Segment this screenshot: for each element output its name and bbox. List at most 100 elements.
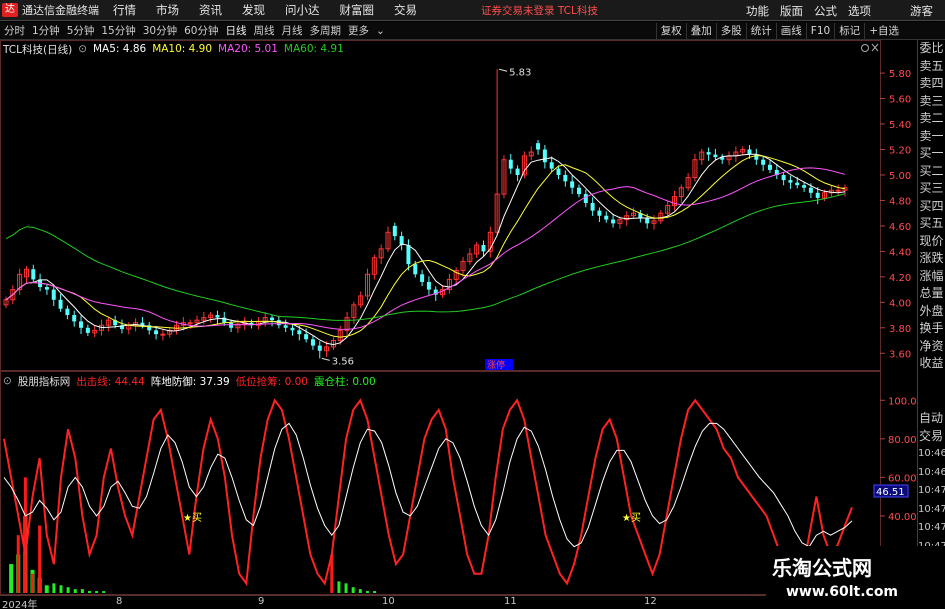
period-5min[interactable]: 5分钟 <box>67 23 95 38</box>
guest-login[interactable]: 游客 <box>910 3 933 19</box>
zhendi-line-value: 阵地防御: 37.39 <box>150 375 230 388</box>
side-item-15[interactable]: 外盘 <box>918 303 945 321</box>
period-toolbar: 分时 1分钟 5分钟 15分钟 30分钟 60分钟 日线 周线 月线 多周期 更… <box>0 22 945 61</box>
indicator-name[interactable]: 股朋指标网 <box>18 374 71 389</box>
period-more[interactable]: 更多 <box>348 23 369 38</box>
green-tail-0 <box>52 583 56 593</box>
menu-zixun[interactable]: 资讯 <box>199 2 222 18</box>
duogu-button[interactable]: 多股 <box>715 23 746 39</box>
candlestick-chart[interactable]: 3.60 3.80 4.00 4.20 4.40 4.60 4.80 5.00 5.20 5.40… <box>0 40 917 371</box>
green-tail2-2 <box>351 587 355 593</box>
menu-caifuquan[interactable]: 财富圈 <box>340 2 375 18</box>
candle-body-84 <box>576 187 581 195</box>
side-auto[interactable]: 自动 <box>917 410 945 428</box>
buy-marker-0: ★买 <box>183 512 202 524</box>
side-item-1[interactable]: 卖五 <box>918 58 945 76</box>
period-60min[interactable]: 60分钟 <box>184 23 218 38</box>
ind-frame <box>0 371 881 595</box>
menu-jiaoyi[interactable]: 交易 <box>394 2 417 18</box>
side-item-2[interactable]: 卖四 <box>918 75 945 93</box>
candle-body-122 <box>835 189 841 192</box>
candle-body-119 <box>815 192 820 198</box>
side-item-8[interactable]: 买三 <box>918 180 945 198</box>
side-item-10[interactable]: 买五 <box>918 215 945 233</box>
main-ylabel-9: 5.40 <box>889 120 911 131</box>
main-ylabel-8: 5.20 <box>889 146 911 157</box>
menu-shichang[interactable]: 市场 <box>156 2 179 18</box>
side-item-3[interactable]: 卖三 <box>918 93 945 111</box>
candle-body-62 <box>426 281 431 290</box>
period-weekly[interactable]: 周线 <box>254 23 275 38</box>
settings-icon <box>861 44 869 52</box>
main-ylabel-3: 4.20 <box>889 273 911 284</box>
diwei-value: 低位抢筹: 0.00 <box>235 375 308 388</box>
candle-body-9 <box>65 308 70 316</box>
side-item-16[interactable]: 换手 <box>918 320 945 338</box>
side-item-17[interactable]: 净资 <box>918 338 945 356</box>
watermark: 乐淘公式网 www.60lt.com <box>766 546 945 609</box>
period-fenshi[interactable]: 分时 <box>4 23 25 38</box>
period-1min[interactable]: 1分钟 <box>32 23 60 38</box>
side-item-18[interactable]: 收益 <box>918 355 945 373</box>
candle-body-104 <box>713 154 718 158</box>
period-monthly[interactable]: 月线 <box>282 23 303 38</box>
candle-body-85 <box>583 194 588 203</box>
menu-faxian[interactable]: 发现 <box>242 2 265 18</box>
candle-body-89 <box>611 219 616 224</box>
side-item-0[interactable]: 委比 <box>918 40 945 58</box>
fuquan-button[interactable]: 复权 <box>655 23 686 39</box>
ma10-line <box>5 154 846 338</box>
period-multi[interactable]: 多周期 <box>310 23 342 38</box>
f10-button[interactable]: F10 <box>805 23 834 39</box>
low-mark-text: 3.56 <box>332 356 354 367</box>
menu-wenxiaoda[interactable]: 问小达 <box>285 2 320 18</box>
side-item-11[interactable]: 现价 <box>918 233 945 251</box>
candle-body-111 <box>761 159 766 165</box>
period-30min[interactable]: 30分钟 <box>143 23 177 38</box>
candle-body-4 <box>31 269 36 280</box>
menu-hangqing[interactable]: 行情 <box>113 2 136 18</box>
green-tail-7 <box>102 591 106 593</box>
expand-icon[interactable]: ⊙ <box>3 375 12 387</box>
main-ylabel-0: 3.60 <box>889 349 911 360</box>
app-logo-icon: 达 <box>2 3 18 17</box>
candle-body-12 <box>85 327 90 333</box>
menu-gongneng[interactable]: 功能 <box>746 3 769 19</box>
stock-name[interactable]: TCL科技(日线) <box>3 42 72 57</box>
side-item-14[interactable]: 总量 <box>918 285 945 303</box>
expand-icon[interactable]: ⊙ <box>78 43 87 55</box>
diejia-button[interactable]: 叠加 <box>685 23 716 39</box>
side-item-12[interactable]: 涨跌 <box>918 250 945 268</box>
side-trade[interactable]: 交易 <box>917 428 945 446</box>
ma5-value: MA5: 4.86 <box>93 43 147 55</box>
app-title: 通达信金融终端 <box>22 4 99 17</box>
side-item-9[interactable]: 买四 <box>918 198 945 216</box>
login-notice[interactable]: 证券交易未登录 TCL科技 <box>481 3 598 18</box>
side-item-13[interactable]: 涨幅 <box>918 268 945 286</box>
candle-body-116 <box>795 182 800 186</box>
period-15min[interactable]: 15分钟 <box>101 23 135 38</box>
ma10-value: MA10: 4.90 <box>152 43 213 55</box>
date-label-4: 11 <box>504 596 517 607</box>
time-label-0: 10:46 <box>918 448 945 459</box>
biaoji-button[interactable]: 标记 <box>834 23 864 39</box>
candle-body-114 <box>781 174 786 181</box>
side-item-7[interactable]: 买二 <box>918 163 945 181</box>
menu-gongshi[interactable]: 公式 <box>814 3 837 19</box>
side-item-6[interactable]: 买一 <box>918 145 945 163</box>
candle-body-39 <box>270 317 275 321</box>
chevron-down-icon[interactable]: ⌄ <box>376 25 385 37</box>
candle-body-79 <box>542 149 547 163</box>
main-ylabel-4: 4.40 <box>889 247 911 258</box>
add-watchlist-button[interactable]: +自选 <box>864 23 903 39</box>
tongji-button[interactable]: 统计 <box>745 23 776 39</box>
date-label-3: 10 <box>382 596 395 607</box>
period-daily[interactable]: 日线 <box>226 23 247 38</box>
side-item-5[interactable]: 卖一 <box>918 128 945 146</box>
menu-banmian[interactable]: 版面 <box>780 3 803 19</box>
menu-xuanxiang[interactable]: 选项 <box>848 3 871 19</box>
huaxian-button[interactable]: 画线 <box>775 23 806 39</box>
red-bar-2 <box>16 535 20 593</box>
watermark-title: 乐淘公式网 <box>772 556 872 580</box>
side-item-4[interactable]: 卖二 <box>918 110 945 128</box>
